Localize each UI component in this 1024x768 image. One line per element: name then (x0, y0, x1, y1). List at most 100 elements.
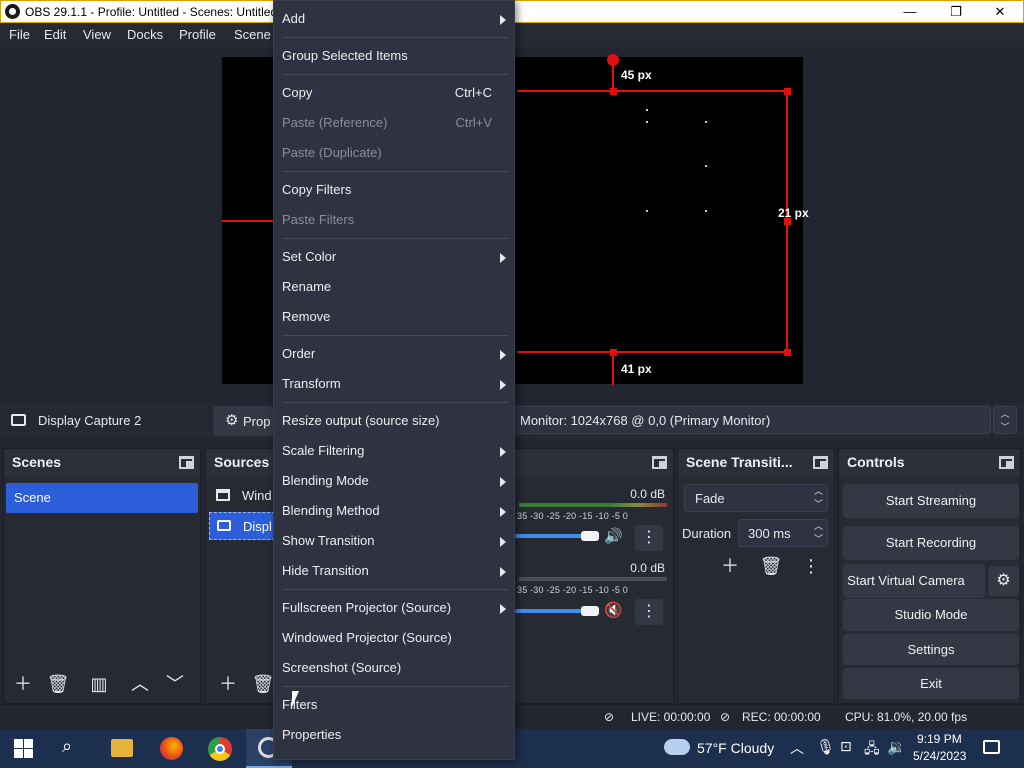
menu-item-blending-mode[interactable]: Blending Mode (274, 466, 514, 496)
scene-list-item[interactable]: Scene (6, 483, 198, 513)
volume-icon[interactable]: 🔉 (887, 738, 906, 756)
transition-select-value: Fade (695, 491, 725, 506)
more-options-icon[interactable]: ⋮ (796, 553, 826, 579)
speaker-icon[interactable]: 🔊 (604, 527, 623, 545)
clock-date[interactable]: 5/24/2023 (913, 749, 966, 763)
firefox-icon[interactable] (160, 737, 183, 760)
menu-item-remove[interactable]: Remove (274, 302, 514, 332)
menu-item-paste-duplicate[interactable]: Paste (Duplicate) (274, 138, 514, 168)
tray-app-icon[interactable]: ⊡ (840, 738, 852, 755)
network-icon[interactable]: 🖧 (864, 738, 880, 762)
resize-handle-top[interactable] (610, 88, 617, 95)
menu-item-properties[interactable]: Properties (274, 720, 514, 750)
menu-shortcut: Ctrl+C (454, 85, 492, 100)
settings-button[interactable]: Settings (843, 634, 1019, 665)
start-recording-button[interactable]: Start Recording (843, 526, 1019, 560)
channel-1-volume-slider[interactable] (515, 534, 587, 538)
top-distance-label: 45 px (621, 68, 652, 82)
duration-value: 300 ms (748, 526, 791, 541)
source-item-display[interactable]: Displ (209, 512, 275, 540)
duration-spinbox[interactable]: 300 ms ︿ ﹀ (738, 519, 828, 547)
channel-1-meter (519, 503, 667, 507)
clock-time[interactable]: 9:19 PM (917, 732, 962, 746)
menu-scene[interactable]: Scene (234, 27, 271, 42)
close-button[interactable]: ✕ (977, 1, 1023, 23)
menu-item-label: Scale Filtering (282, 443, 365, 458)
menu-item-add[interactable]: Add (274, 4, 514, 34)
dock-float-icon[interactable] (179, 456, 194, 469)
move-down-icon[interactable]: ﹀ (160, 671, 190, 697)
transition-select[interactable]: Fade ︿ ﹀ (684, 484, 828, 512)
menu-item-fullscreen-projector-source[interactable]: Fullscreen Projector (Source) (274, 593, 514, 623)
exit-button[interactable]: Exit (843, 668, 1019, 699)
menu-item-show-transition[interactable]: Show Transition (274, 526, 514, 556)
channel-1-volume-knob[interactable] (581, 531, 599, 541)
menu-item-scale-filtering[interactable]: Scale Filtering (274, 436, 514, 466)
weather-text[interactable]: 57°F Cloudy (697, 740, 774, 756)
start-virtual-camera-button[interactable]: Start Virtual Camera (843, 564, 985, 598)
add-scene-button[interactable]: ＋ (8, 671, 38, 697)
menu-item-resize-output-source-size[interactable]: Resize output (source size) (274, 406, 514, 436)
resize-handle-bottom[interactable] (610, 349, 617, 356)
more-options-icon[interactable]: ⋮ (635, 525, 663, 551)
properties-button[interactable]: ⚙ Prop (213, 406, 273, 436)
menu-item-set-color[interactable]: Set Color (274, 242, 514, 272)
windows-start-icon[interactable] (14, 739, 33, 758)
channel-2-volume-slider[interactable] (515, 609, 587, 613)
channel-2-volume-knob[interactable] (581, 606, 599, 616)
menu-item-label: Order (282, 346, 316, 361)
menu-item-rename[interactable]: Rename (274, 272, 514, 302)
gear-icon[interactable]: ⚙ (988, 566, 1019, 596)
search-icon[interactable]: ⌕ (62, 736, 72, 757)
menu-item-blending-method[interactable]: Blending Method (274, 496, 514, 526)
studio-mode-button[interactable]: Studio Mode (843, 599, 1019, 631)
chrome-icon[interactable] (208, 737, 232, 761)
menu-edit[interactable]: Edit (44, 27, 66, 42)
right-distance-label: 21 px (778, 206, 809, 220)
add-source-button[interactable]: ＋ (213, 671, 243, 697)
speaker-muted-icon[interactable]: 🔇 (604, 601, 623, 619)
add-transition-button[interactable]: ＋ (715, 553, 745, 579)
dock-float-icon[interactable] (999, 456, 1014, 469)
trash-icon[interactable]: 🗑 (43, 671, 73, 697)
channel-2-meter (519, 577, 667, 581)
desktop-dot (646, 121, 648, 123)
maximize-button[interactable]: ❐ (933, 1, 979, 23)
menu-item-paste-reference[interactable]: Paste (Reference) Ctrl+V (274, 108, 514, 138)
move-up-icon[interactable]: ︿ (125, 671, 155, 697)
menu-profile[interactable]: Profile (179, 27, 216, 42)
menu-item-hide-transition[interactable]: Hide Transition (274, 556, 514, 586)
menu-item-screenshot-source[interactable]: Screenshot (Source) (274, 653, 514, 683)
monitor-select[interactable]: Monitor: 1024x768 @ 0,0 (Primary Monitor… (505, 406, 991, 434)
resize-handle-bottom-right[interactable] (784, 349, 791, 356)
start-streaming-button[interactable]: Start Streaming (843, 484, 1019, 518)
monitor-select-arrow[interactable]: ︿ ﹀ (993, 406, 1017, 434)
trash-icon[interactable]: 🗑 (756, 553, 786, 579)
more-options-icon[interactable]: ⋮ (635, 599, 663, 625)
menu-item-group-selected-items[interactable]: Group Selected Items (274, 41, 514, 71)
menu-item-copy[interactable]: Copy Ctrl+C (274, 78, 514, 108)
microphone-icon[interactable]: 🎙 (816, 738, 835, 756)
menu-item-order[interactable]: Order (274, 339, 514, 369)
chevron-updown-icon[interactable]: ︿ ﹀ (814, 520, 823, 546)
chevron-up-icon[interactable]: ︿ (790, 738, 804, 758)
file-explorer-icon[interactable] (111, 739, 133, 757)
rec-timer: REC: 00:00:00 (742, 710, 821, 724)
menu-docks[interactable]: Docks (127, 27, 163, 42)
scene-filters-icon[interactable]: ▥ (84, 671, 114, 697)
menu-file[interactable]: File (9, 27, 30, 42)
rotation-handle[interactable] (607, 54, 619, 66)
menu-item-copy-filters[interactable]: Copy Filters (274, 175, 514, 205)
record-icon: ⊘ (720, 710, 731, 724)
menu-item-transform[interactable]: Transform (274, 369, 514, 399)
menu-item-paste-filters[interactable]: Paste Filters (274, 205, 514, 235)
notification-icon[interactable] (983, 740, 1000, 754)
source-item-window[interactable]: Wind (242, 488, 272, 503)
menu-item-filters[interactable]: Filters (274, 690, 514, 720)
minimize-button[interactable]: — (887, 1, 933, 23)
menu-item-windowed-projector-source[interactable]: Windowed Projector (Source) (274, 623, 514, 653)
dock-float-icon[interactable] (813, 456, 828, 469)
dock-float-icon[interactable] (652, 456, 667, 469)
menu-view[interactable]: View (83, 27, 111, 42)
resize-handle-top-right[interactable] (784, 88, 791, 95)
